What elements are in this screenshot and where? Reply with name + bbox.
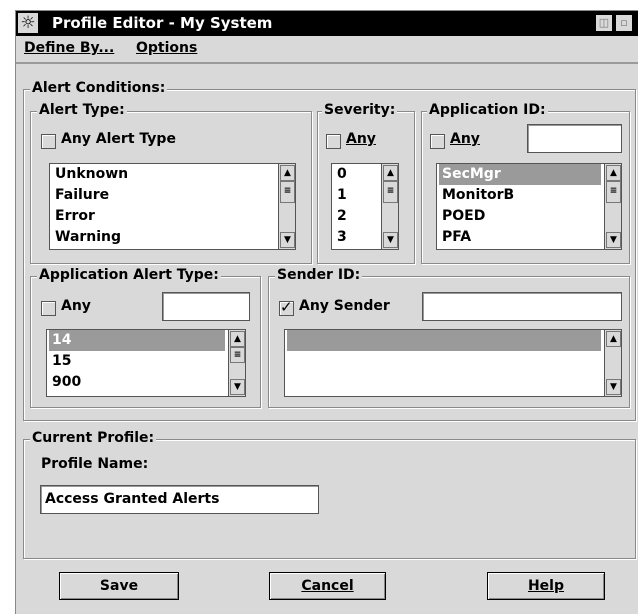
profile-name-label: Profile Name: bbox=[41, 456, 149, 472]
any-severity-label[interactable]: Any bbox=[346, 131, 376, 147]
list-item[interactable]: Failure bbox=[52, 185, 275, 206]
sender-id-legend: Sender ID: bbox=[275, 267, 363, 283]
list-item[interactable]: Error bbox=[52, 206, 275, 227]
list-item[interactable]: Warning bbox=[52, 227, 275, 248]
scroll-down-icon[interactable]: ▼ bbox=[606, 232, 621, 248]
alert-type-scrollbar[interactable]: ▲ ≡ ▼ bbox=[278, 164, 295, 249]
any-application-id-label[interactable]: Any bbox=[450, 131, 480, 147]
application-alert-type-scrollbar[interactable]: ▲ ≡ ▼ bbox=[228, 330, 245, 396]
list-item[interactable]: POED bbox=[439, 206, 601, 227]
window-title: Profile Editor - My System bbox=[52, 14, 273, 32]
severity-legend: Severity: bbox=[322, 102, 398, 118]
cancel-button[interactable]: Cancel bbox=[269, 572, 386, 600]
application-id-legend: Application ID: bbox=[427, 102, 548, 118]
help-button[interactable]: Help bbox=[487, 572, 605, 600]
any-application-alert-type-label[interactable]: Any bbox=[61, 298, 91, 314]
application-alert-type-list[interactable]: 14 15 900 ▲ ≡ ▼ bbox=[46, 329, 246, 397]
any-alert-type-label[interactable]: Any Alert Type bbox=[61, 131, 176, 147]
menu-options[interactable]: Options bbox=[136, 40, 197, 56]
scroll-up-icon[interactable]: ▲ bbox=[230, 331, 245, 347]
any-application-alert-type-checkbox[interactable] bbox=[41, 301, 56, 316]
scroll-thumb[interactable]: ≡ bbox=[383, 181, 398, 203]
list-item[interactable]: 0 bbox=[334, 164, 377, 185]
scroll-up-icon[interactable]: ▲ bbox=[606, 331, 621, 347]
help-button-label: Help bbox=[527, 578, 565, 594]
sender-id-input[interactable] bbox=[422, 292, 622, 321]
restore-icon[interactable]: ▫ bbox=[616, 15, 632, 31]
severity-list[interactable]: 0 1 2 3 ▲ ≡ ▼ bbox=[331, 163, 399, 250]
any-alert-type-checkbox[interactable] bbox=[41, 134, 56, 149]
application-id-scrollbar[interactable]: ▲ ≡ ▼ bbox=[604, 164, 621, 249]
list-item[interactable]: 1 bbox=[334, 185, 377, 206]
profile-name-input[interactable]: Access Granted Alerts bbox=[40, 485, 319, 514]
list-item[interactable]: 900 bbox=[49, 372, 225, 393]
application-id-input[interactable] bbox=[527, 124, 622, 153]
list-item[interactable]: Unknown bbox=[52, 164, 275, 185]
list-item[interactable]: 14 bbox=[49, 330, 225, 351]
application-id-list[interactable]: SecMgr MonitorB POED PFA ▲ ≡ ▼ bbox=[436, 163, 622, 250]
alert-conditions-legend: Alert Conditions: bbox=[30, 80, 168, 96]
sender-id-scrollbar[interactable]: ▲ ▼ bbox=[604, 330, 621, 396]
scroll-down-icon[interactable]: ▼ bbox=[383, 232, 398, 248]
list-item[interactable]: MonitorB bbox=[439, 185, 601, 206]
list-item[interactable] bbox=[287, 330, 601, 351]
scroll-up-icon[interactable]: ▲ bbox=[606, 165, 621, 181]
current-profile-legend: Current Profile: bbox=[30, 430, 157, 446]
save-button-label: Save bbox=[99, 578, 139, 594]
scroll-up-icon[interactable]: ▲ bbox=[280, 165, 295, 181]
list-item[interactable]: PFA bbox=[439, 227, 601, 248]
system-menu-icon[interactable]: ☼ bbox=[18, 13, 38, 33]
scroll-down-icon[interactable]: ▼ bbox=[230, 379, 245, 395]
scroll-down-icon[interactable]: ▼ bbox=[606, 379, 621, 395]
alert-type-list[interactable]: Unknown Failure Error Warning ▲ ≡ ▼ bbox=[49, 163, 296, 250]
scroll-down-icon[interactable]: ▼ bbox=[280, 232, 295, 248]
profile-editor-window: ☼ Profile Editor - My System ◫ ▫ Define … bbox=[15, 10, 638, 614]
any-sender-checkbox[interactable] bbox=[279, 298, 294, 316]
severity-scrollbar[interactable]: ▲ ≡ ▼ bbox=[381, 164, 398, 249]
alert-type-legend: Alert Type: bbox=[37, 102, 127, 118]
sender-id-list[interactable]: ▲ ▼ bbox=[284, 329, 622, 397]
any-application-id-checkbox[interactable] bbox=[430, 134, 445, 149]
application-alert-type-input[interactable] bbox=[162, 292, 250, 321]
list-item[interactable]: 15 bbox=[49, 351, 225, 372]
any-sender-label[interactable]: Any Sender bbox=[299, 298, 390, 314]
title-bar: ☼ Profile Editor - My System ◫ ▫ bbox=[16, 11, 638, 36]
list-item[interactable]: SecMgr bbox=[439, 164, 601, 185]
save-button[interactable]: Save bbox=[59, 572, 179, 600]
scroll-up-icon[interactable]: ▲ bbox=[383, 165, 398, 181]
list-item[interactable]: 3 bbox=[334, 227, 377, 248]
scroll-thumb[interactable]: ≡ bbox=[230, 347, 245, 363]
menu-define-by[interactable]: Define By... bbox=[24, 40, 114, 56]
cancel-button-label: Cancel bbox=[301, 578, 354, 594]
scroll-thumb[interactable]: ≡ bbox=[280, 181, 295, 203]
maximize-icon[interactable]: ◫ bbox=[596, 15, 612, 31]
menu-bar: Define By... Options bbox=[16, 36, 638, 64]
list-item[interactable]: 2 bbox=[334, 206, 377, 227]
any-severity-checkbox[interactable] bbox=[326, 134, 341, 149]
scroll-thumb[interactable]: ≡ bbox=[606, 181, 621, 203]
application-alert-type-legend: Application Alert Type: bbox=[37, 267, 221, 283]
